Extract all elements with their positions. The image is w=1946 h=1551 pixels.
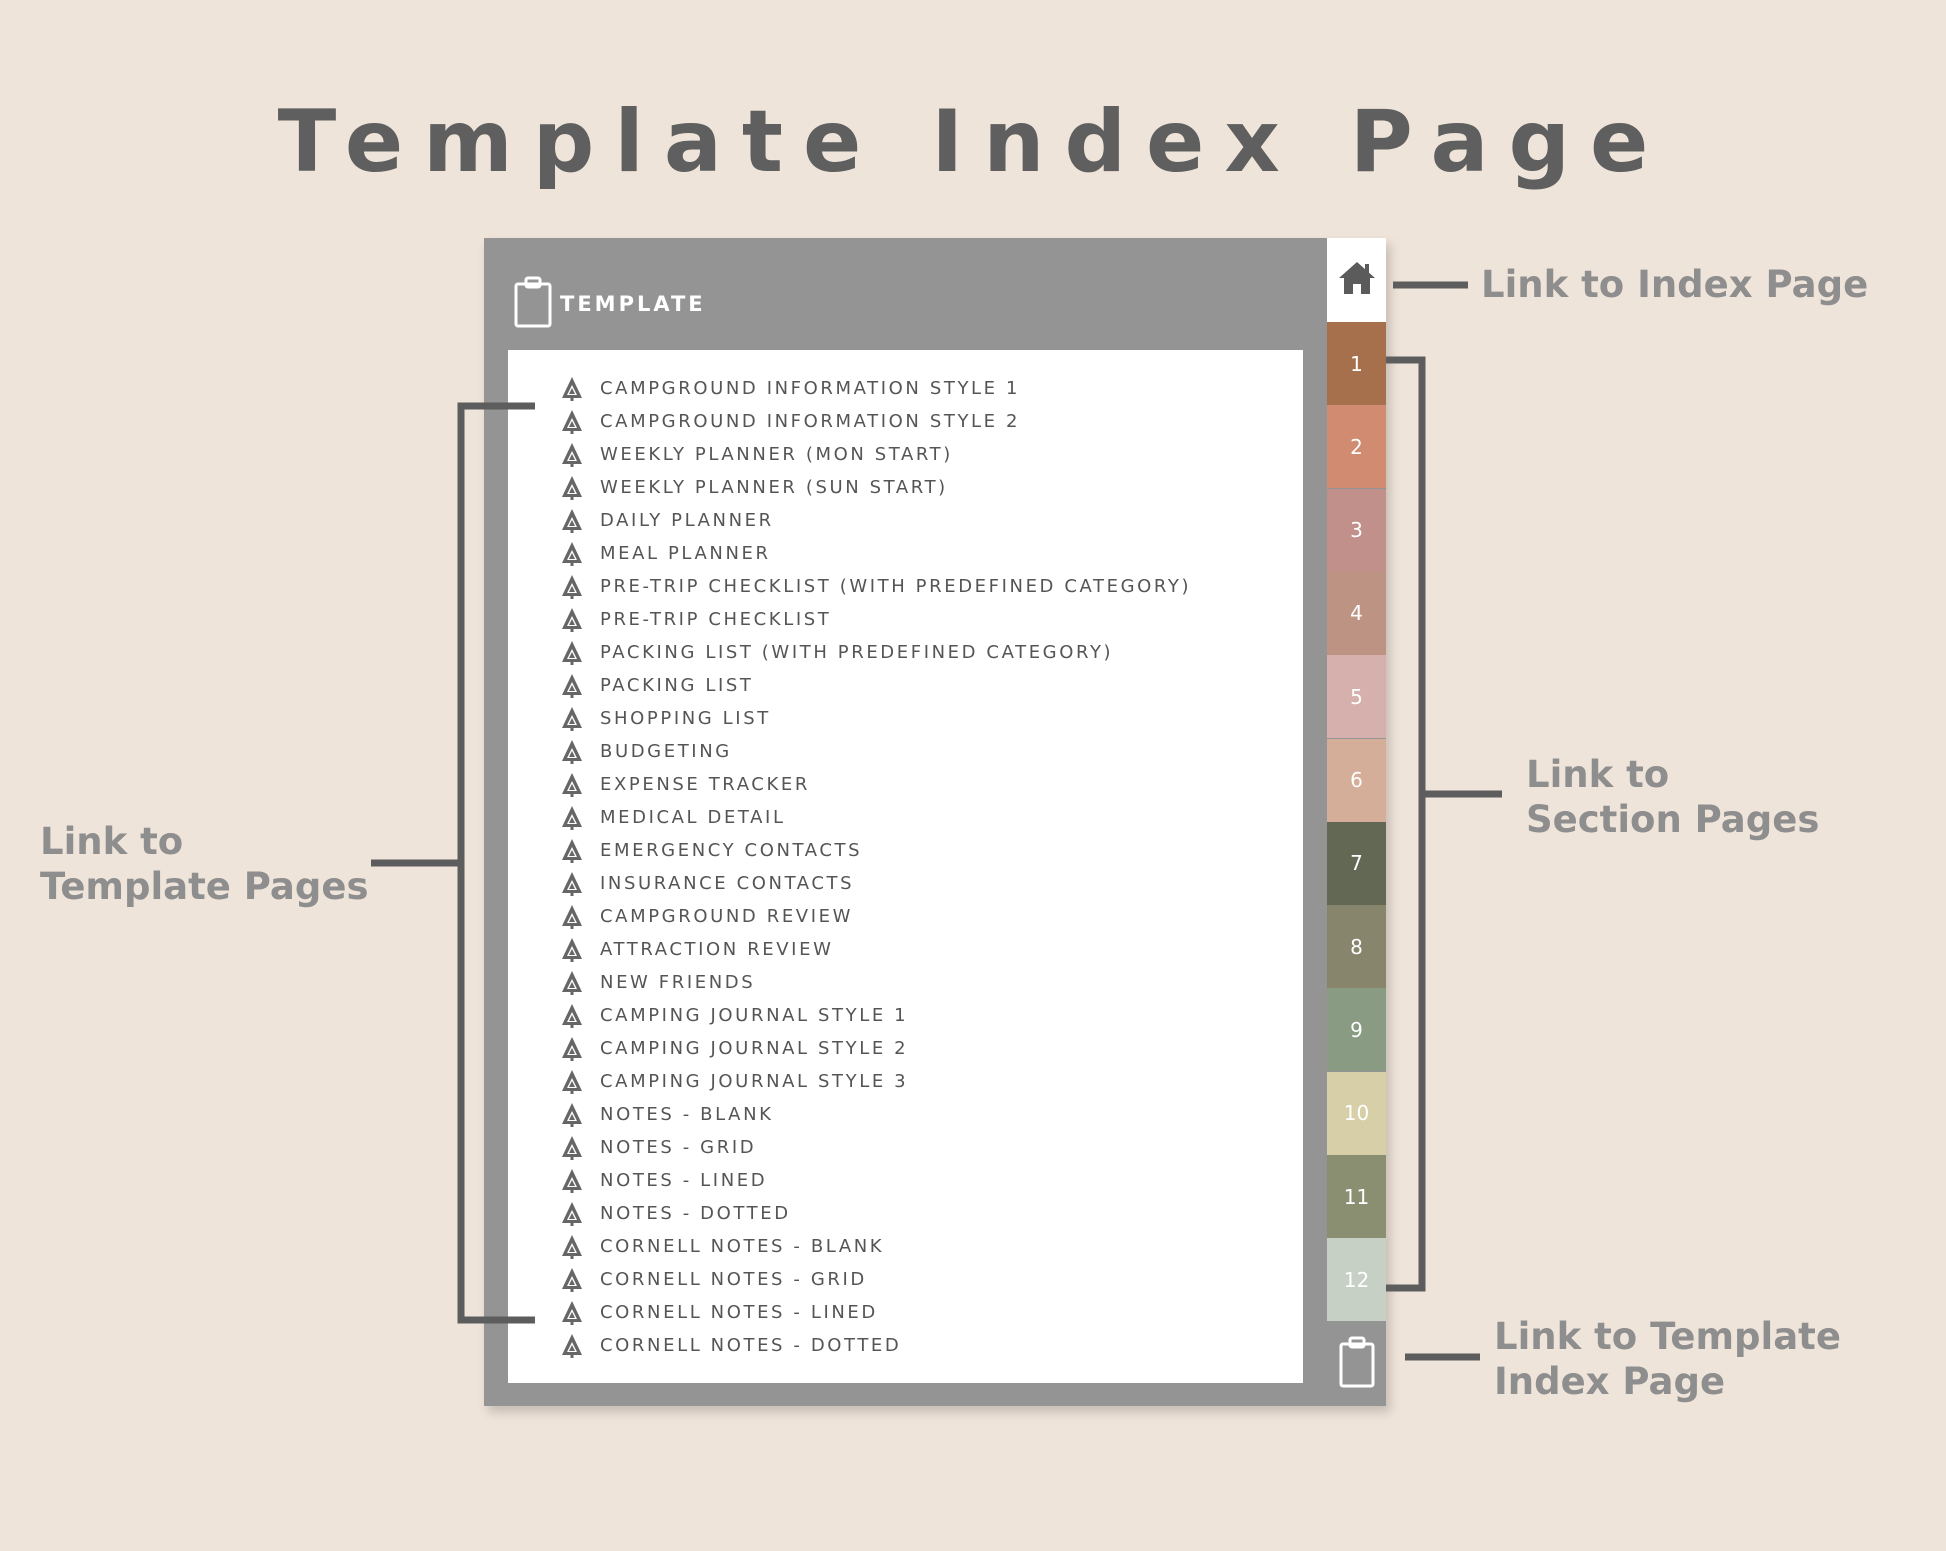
- callout-template-index-line-2: Index Page: [1494, 1360, 1726, 1403]
- callout-template-index-page: Link to Template Index Page: [1494, 1314, 1841, 1404]
- template-pages-bracket: [457, 402, 535, 1324]
- callout-section-pages: Link to Section Pages: [1526, 752, 1819, 842]
- callout-template-index-line-1: Link to Template: [1494, 1315, 1841, 1358]
- callout-index-page: Link to Index Page: [1481, 262, 1868, 307]
- callout-section-pages-line-2: Section Pages: [1526, 798, 1820, 841]
- callout-section-pages-line-1: Link to: [1526, 753, 1670, 796]
- callout-template-pages-line-2: Template Pages: [40, 865, 369, 908]
- section-pages-bracket: [1386, 356, 1426, 1292]
- callout-template-pages-line-1: Link to: [40, 820, 184, 863]
- callout-index-page-text: Link to Index Page: [1481, 263, 1869, 306]
- callout-template-pages: Link to Template Pages: [40, 819, 368, 909]
